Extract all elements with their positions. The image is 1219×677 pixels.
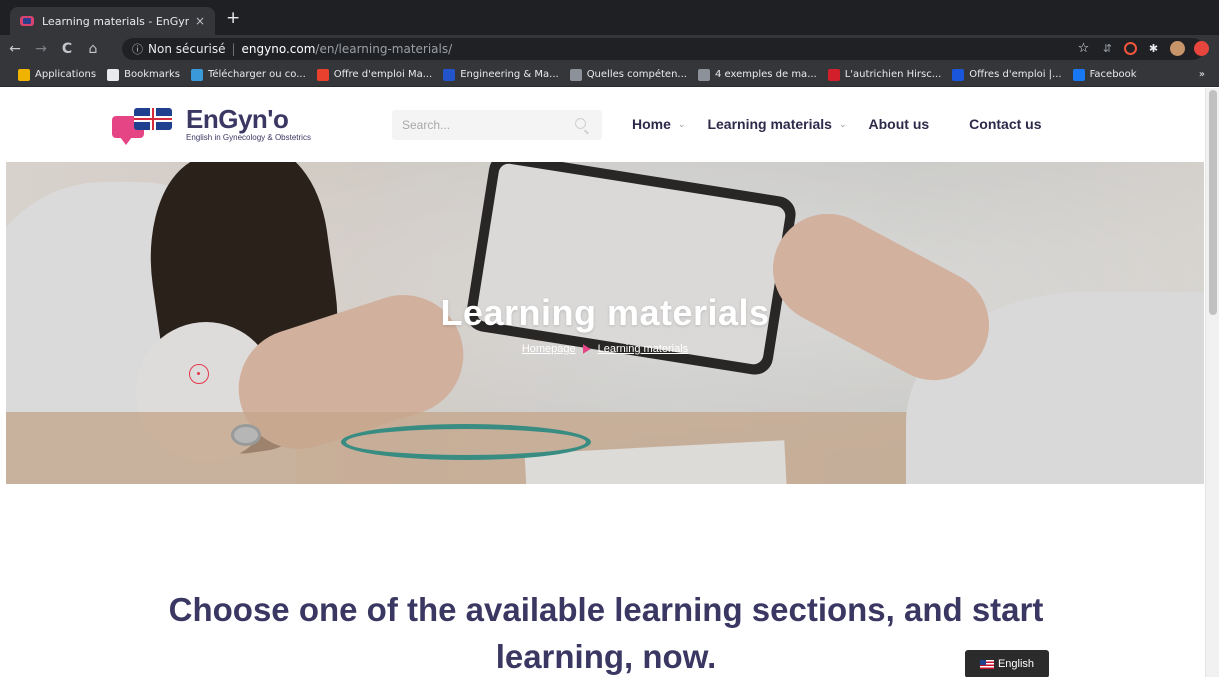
breadcrumb-home-link[interactable]: Homepage xyxy=(522,343,576,355)
skills-site-icon xyxy=(569,68,582,81)
page-scrollbar[interactable] xyxy=(1205,88,1219,677)
un-site-icon xyxy=(827,68,840,81)
nav-item-learning-materials[interactable]: Learning materials ⌄ xyxy=(707,116,846,132)
download-site-icon xyxy=(190,68,203,81)
search-input[interactable] xyxy=(392,110,562,140)
section-heading: Choose one of the available learning sec… xyxy=(100,586,1112,677)
nav-item-label: Learning materials xyxy=(707,116,832,132)
puzzle-icon[interactable]: ✱ xyxy=(1146,41,1161,56)
bookmark-label: 4 exemples de ma... xyxy=(714,69,817,80)
breadcrumb-current: Learning materials xyxy=(597,343,689,355)
site-favicon-icon xyxy=(20,16,34,26)
nav-item-home[interactable]: Home ⌄ xyxy=(632,116,685,132)
bookmark-label: Offre d'emploi Ma... xyxy=(333,69,433,80)
chevron-down-icon: ⌄ xyxy=(838,118,847,129)
bookmarks-bar: Applications Bookmarks Télécharger ou co..… xyxy=(0,63,1219,87)
nav-item-label: About us xyxy=(868,116,930,132)
nav-item-label: Contact us xyxy=(969,116,1042,132)
info-icon[interactable]: ⓘ xyxy=(132,41,143,57)
bookmark-item[interactable]: Offre d'emploi Ma... xyxy=(316,68,433,81)
forward-arrow-icon[interactable]: → xyxy=(30,41,52,57)
language-label: English xyxy=(997,658,1035,670)
bookmark-label: Offres d'emploi |... xyxy=(969,69,1062,80)
bookmark-item[interactable]: Quelles compéten... xyxy=(569,68,687,81)
site-logo[interactable]: EnGyn'o English in Gynecology & Obstetri… xyxy=(112,106,311,146)
nav-item-label: Home xyxy=(632,116,671,132)
breadcrumb-separator-icon xyxy=(582,344,591,354)
examples-site-icon xyxy=(697,68,710,81)
logo-subtitle: English in Gynecology & Obstetrics xyxy=(186,133,311,142)
cursor-indicator-icon xyxy=(189,364,209,384)
section-heading-line-1: Choose one of the available learning sec… xyxy=(168,591,1044,628)
p-site-icon xyxy=(952,68,965,81)
bookmark-label: Bookmarks xyxy=(124,69,180,80)
bookmark-item[interactable]: Facebook xyxy=(1072,68,1137,81)
bookmark-label: L'autrichien Hirsc... xyxy=(844,69,942,80)
browser-tabstrip: Learning materials - EnGyn'O × + xyxy=(0,0,1219,35)
star-icon xyxy=(107,68,120,81)
bookmark-item[interactable]: Télécharger ou co... xyxy=(190,68,306,81)
browser-tab-active[interactable]: Learning materials - EnGyn'O × xyxy=(10,7,215,35)
bookmark-item[interactable]: 4 exemples de ma... xyxy=(697,68,817,81)
logo-title: EnGyn'o xyxy=(186,104,289,134)
tab-title: Learning materials - EnGyn'O xyxy=(42,14,189,28)
record-icon[interactable] xyxy=(1194,41,1209,56)
bookmarks-overflow-icon[interactable]: » xyxy=(1199,69,1205,80)
bookmark-item[interactable]: Offres d'emploi |... xyxy=(952,68,1062,81)
bookmark-star-icon[interactable]: ☆ xyxy=(1076,41,1091,56)
scrollbar-thumb[interactable] xyxy=(1209,90,1217,315)
mp-site-icon xyxy=(443,68,456,81)
bookmark-item[interactable]: Engineering & Ma... xyxy=(443,68,559,81)
bookmark-label: Quelles compéten... xyxy=(586,69,687,80)
facebook-icon xyxy=(1072,68,1085,81)
main-nav: Home ⌄ Learning materials ⌄ About us Con… xyxy=(632,116,1064,132)
extension-icon[interactable]: ⇵ xyxy=(1100,41,1115,56)
site-header: EnGyn'o English in Gynecology & Obstetri… xyxy=(0,88,1205,162)
hero-banner: Learning materials Homepage Learning mat… xyxy=(6,162,1204,484)
nav-item-about-us[interactable]: About us xyxy=(869,116,930,132)
page-title: Learning materials xyxy=(440,292,770,333)
logo-mark-icon xyxy=(112,106,182,146)
site-search xyxy=(392,110,602,140)
bookmark-item[interactable]: Applications xyxy=(18,68,97,81)
opera-icon[interactable] xyxy=(1124,42,1137,55)
nav-item-contact-us[interactable]: Contact us xyxy=(969,116,1041,132)
home-icon[interactable]: ⌂ xyxy=(82,41,104,57)
search-icon[interactable] xyxy=(575,118,586,129)
address-separator: | xyxy=(231,42,236,56)
job-site-icon xyxy=(316,68,329,81)
language-switcher[interactable]: English xyxy=(965,650,1049,677)
bookmark-label: Engineering & Ma... xyxy=(460,69,559,80)
apps-grid-icon xyxy=(18,68,30,81)
logo-text: EnGyn'o English in Gynecology & Obstetri… xyxy=(186,106,311,142)
bookmark-label: Facebook xyxy=(1089,69,1137,80)
security-label: Non sécurisé xyxy=(148,42,226,56)
bookmark-item[interactable]: L'autrichien Hirsc... xyxy=(827,68,942,81)
profile-avatar[interactable] xyxy=(1170,41,1185,56)
url-host: engyno.com xyxy=(241,42,316,56)
address-bar[interactable]: ⓘ Non sécurisé | engyno.com /en/learning… xyxy=(122,38,1204,60)
chevron-down-icon: ⌄ xyxy=(677,118,686,129)
us-flag-icon xyxy=(979,659,994,669)
bookmark-label: Applications xyxy=(35,69,97,80)
new-tab-icon[interactable]: + xyxy=(226,10,240,27)
section-heading-line-2: learning, now. xyxy=(495,638,717,675)
back-arrow-icon[interactable]: ← xyxy=(4,41,26,57)
url-path: /en/learning-materials/ xyxy=(315,42,453,56)
bookmark-label: Télécharger ou co... xyxy=(207,69,306,80)
extension-toolbar: ☆ ⇵ ✱ xyxy=(1076,41,1209,56)
reload-icon[interactable]: C xyxy=(56,41,78,57)
tab-close-icon[interactable]: × xyxy=(195,14,205,28)
breadcrumb: Homepage Learning materials xyxy=(6,343,1204,355)
bookmark-item[interactable]: Bookmarks xyxy=(107,68,180,81)
